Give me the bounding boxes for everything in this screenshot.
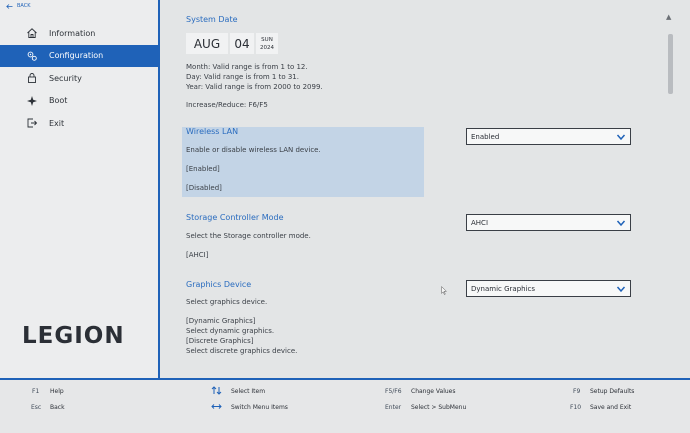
wireless-lan-title: Wireless LAN xyxy=(186,127,239,136)
wireless-lan-select[interactable]: Enabled xyxy=(466,128,631,145)
date-help-month: Month: Valid range is from 1 to 12. xyxy=(186,63,308,71)
back-label-footer: Back xyxy=(50,404,65,411)
chevron-down-icon xyxy=(616,220,626,227)
nav-label[interactable]: Exit xyxy=(49,119,64,128)
nav-item-security[interactable]: Security xyxy=(0,67,158,90)
graphics-line-dynamic-desc: Select dynamic graphics. xyxy=(186,327,275,335)
system-date-title: System Date xyxy=(186,15,238,24)
wireless-lan-description: Enable or disable wireless LAN device. xyxy=(186,146,321,154)
lock-icon xyxy=(26,72,38,84)
storage-option-ahci: [AHCI] xyxy=(186,251,209,259)
back-label[interactable]: BACK xyxy=(17,3,31,9)
wireless-lan-option-enabled: [Enabled] xyxy=(186,165,220,173)
nav-menu: Information Configuration Security Boot … xyxy=(0,22,158,135)
storage-title: Storage Controller Mode xyxy=(186,213,284,222)
up-down-arrows-icon xyxy=(211,386,222,395)
select-item-label: Select Item xyxy=(231,388,266,395)
f9-key: F9 xyxy=(573,388,581,395)
date-hint: Increase/Reduce: F6/F5 xyxy=(186,101,268,109)
f10-key: F10 xyxy=(570,404,582,411)
graphics-description: Select graphics device. xyxy=(186,298,268,306)
switch-menu-label: Switch Menu Items xyxy=(231,404,288,411)
enter-key: Enter xyxy=(385,404,402,411)
left-panel: BACK Information Configuration Security … xyxy=(0,0,160,378)
date-month[interactable]: AUG xyxy=(186,33,228,54)
back-arrow-icon xyxy=(6,3,13,9)
graphics-title: Graphics Device xyxy=(186,280,252,289)
storage-value: AHCI xyxy=(471,218,489,227)
chevron-down-icon xyxy=(616,286,626,293)
exit-icon xyxy=(26,117,38,129)
home-icon xyxy=(26,27,38,39)
storage-description: Select the Storage controller mode. xyxy=(186,232,311,240)
date-weekday: SUN xyxy=(261,36,273,43)
esc-key: Esc xyxy=(31,404,42,411)
gears-icon xyxy=(26,50,38,62)
nav-item-boot[interactable]: Boot xyxy=(0,90,158,113)
nav-item-exit[interactable]: Exit xyxy=(0,112,158,135)
f5f6-key: F5/F6 xyxy=(385,388,402,395)
date-year[interactable]: 2024 xyxy=(260,44,274,52)
nav-label[interactable]: Configuration xyxy=(49,51,103,60)
date-day[interactable]: 04 xyxy=(230,33,254,54)
wireless-lan-option-disabled: [Disabled] xyxy=(186,184,222,192)
help-label: Help xyxy=(50,388,64,395)
graphics-line-discrete-desc: Select discrete graphics device. xyxy=(186,347,298,355)
graphics-select[interactable]: Dynamic Graphics xyxy=(466,280,631,297)
change-values-label: Change Values xyxy=(411,388,456,395)
footer-bar: F1 Help Esc Back Select Item Switch Menu… xyxy=(0,378,690,433)
setup-defaults-label: Setup Defaults xyxy=(590,388,635,395)
f1-key: F1 xyxy=(32,388,40,395)
mouse-pointer-icon xyxy=(441,286,447,295)
storage-select[interactable]: AHCI xyxy=(466,214,631,231)
left-right-arrows-icon xyxy=(211,404,222,409)
nav-label[interactable]: Boot xyxy=(49,96,67,105)
nav-label[interactable]: Information xyxy=(49,29,95,38)
boot-icon xyxy=(26,95,38,107)
nav-item-information[interactable]: Information xyxy=(0,22,158,45)
submenu-label: Select > SubMenu xyxy=(411,404,467,411)
graphics-line-discrete: [Discrete Graphics] xyxy=(186,337,254,345)
date-year-box[interactable]: SUN 2024 xyxy=(256,33,278,54)
legion-logo: LEGION xyxy=(22,323,125,349)
chevron-down-icon xyxy=(616,134,626,141)
scrollbar-thumb[interactable] xyxy=(668,34,673,94)
graphics-line-dynamic: [Dynamic Graphics] xyxy=(186,317,256,325)
nav-item-configuration[interactable]: Configuration xyxy=(0,44,158,67)
save-exit-label: Save and Exit xyxy=(590,404,632,411)
nav-label[interactable]: Security xyxy=(49,74,82,83)
back-link[interactable]: BACK xyxy=(6,3,31,9)
graphics-value: Dynamic Graphics xyxy=(471,284,536,293)
scroll-up-icon[interactable]: ▲ xyxy=(666,13,671,21)
wireless-lan-value: Enabled xyxy=(471,132,500,141)
date-help-year: Year: Valid range is from 2000 to 2099. xyxy=(186,83,323,91)
date-help-day: Day: Valid range is from 1 to 31. xyxy=(186,73,299,81)
